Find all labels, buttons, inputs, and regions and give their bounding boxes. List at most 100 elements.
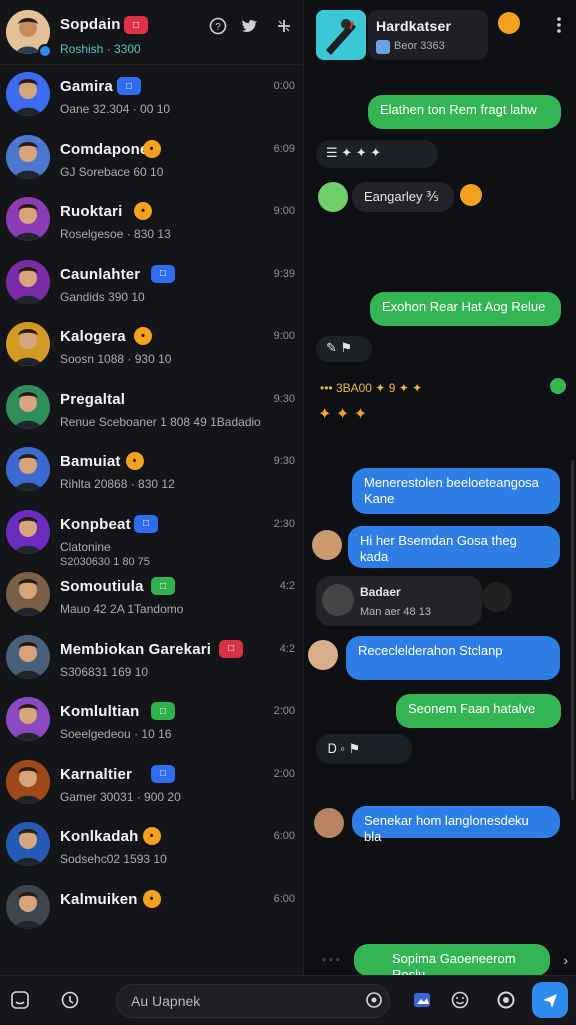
chat-preview: Soosn 1088 · 930 10 bbox=[60, 352, 172, 366]
send-button[interactable] bbox=[532, 982, 568, 1018]
gallery-icon[interactable] bbox=[408, 986, 436, 1014]
chat-avatar bbox=[6, 384, 50, 429]
chat-avatar bbox=[6, 447, 50, 491]
chat-name: Comdapone bbox=[60, 140, 149, 158]
chat-name: Bamuiat bbox=[60, 453, 121, 470]
message-bubble[interactable]: Hi her Bsemdan Gosa theg kada bbox=[348, 526, 560, 568]
message-bubble[interactable]: ✎ ⚑ bbox=[316, 336, 372, 362]
conversation-title: Hardkatser bbox=[376, 18, 452, 34]
chat-preview: Mauo 42 2A 1Tandomo bbox=[60, 602, 184, 616]
typing-icons: ◦ ◦ ◦ bbox=[322, 954, 340, 966]
sticker-icon[interactable] bbox=[6, 986, 34, 1014]
message-bubble[interactable]: Senekar hom langlonesdeku bla bbox=[352, 806, 560, 844]
chat-preview: Rihlta 20868 · 830 12 bbox=[60, 477, 175, 491]
chat-row[interactable]: Konpbeat □ Clatonine S2030630 1 80 75 2:30 bbox=[0, 502, 303, 568]
chat-row[interactable]: Somoutiula □ Mauo 42 2A 1Tandomo 4:2 bbox=[0, 564, 303, 626]
sender-avatar[interactable] bbox=[308, 640, 338, 670]
chat-name: Membiokan Garekari bbox=[60, 640, 212, 658]
chat-row[interactable]: Membiokan Garekari □ S306831 169 10 4:2 bbox=[0, 627, 303, 689]
scroll-indicator[interactable] bbox=[571, 460, 574, 800]
conversation-header: Hardkatser Beor 3363 bbox=[314, 8, 564, 64]
chat-row[interactable]: Pregaltal Renue Sceboaner 1 808 49 1Badad… bbox=[0, 377, 303, 439]
chat-preview: Gamer 30031 · 900 20 bbox=[60, 789, 181, 804]
sender-avatar[interactable] bbox=[318, 182, 348, 212]
chat-time: 4:2 bbox=[279, 642, 295, 655]
chat-row[interactable]: Gamira □ Oane 32.304 · 00 10 0:00 bbox=[0, 64, 303, 126]
more-vertical-icon[interactable] bbox=[556, 16, 562, 34]
chat-row[interactable]: Comdapone • GJ Sorebace 60 10 6:09 bbox=[0, 127, 303, 189]
chat-row[interactable]: Bamuiat • Rihlta 20868 · 830 12 9:30 bbox=[0, 439, 303, 501]
chat-time: 6:00 bbox=[273, 830, 295, 842]
message-card[interactable]: Badaer Man aer 48 13 bbox=[316, 576, 482, 626]
chevron-right-icon[interactable]: › bbox=[563, 952, 568, 968]
message-bubble[interactable]: Eangarley ⅗ bbox=[352, 182, 454, 212]
chat-avatar bbox=[6, 759, 50, 804]
conversation-title-box: Hardkatser Beor 3363 bbox=[368, 10, 488, 60]
chat-avatar bbox=[6, 134, 50, 179]
chat-avatar bbox=[6, 322, 50, 366]
chat-avatar bbox=[6, 259, 50, 304]
reaction-icon[interactable] bbox=[498, 12, 520, 34]
reaction-badge-icon: • bbox=[142, 889, 161, 908]
sender-avatar[interactable] bbox=[482, 582, 512, 612]
message-bubble[interactable]: Menerestolen beeloeteangosa Kane bbox=[352, 468, 560, 514]
compose-icon[interactable] bbox=[274, 16, 294, 36]
chat-row[interactable]: Komlultian □ Soeelgedeou · 10 16 2:00 bbox=[0, 689, 303, 751]
reaction-icon[interactable] bbox=[550, 378, 566, 394]
chat-time: 2:00 bbox=[273, 767, 295, 780]
chat-time: 9:30 bbox=[273, 392, 295, 405]
message-bubble[interactable]: Sopima Gaoeneerom Roslu bbox=[354, 944, 550, 975]
emoji-icon[interactable] bbox=[446, 986, 474, 1014]
conversation-panel: Hardkatser Beor 3363 Elathen ton Rem fra… bbox=[304, 0, 576, 975]
chat-preview: Gandids 390 10 bbox=[60, 289, 145, 304]
status-badge: □ bbox=[219, 639, 243, 658]
twitter-icon[interactable] bbox=[238, 16, 258, 36]
message-input[interactable]: Au Uapnek bbox=[116, 984, 390, 1018]
chat-row[interactable]: Kalmuiken • 6:00 bbox=[0, 877, 303, 939]
conversation-avatar[interactable] bbox=[316, 10, 366, 60]
reaction-badge-icon: • bbox=[134, 327, 152, 345]
reaction-icon[interactable] bbox=[460, 184, 482, 206]
chat-preview: Sodsehc02 1593 10 bbox=[60, 852, 167, 866]
chat-list-panel: Sopdain □ Roshish · 3300 ? Gamira □ Oane 3… bbox=[0, 0, 304, 975]
chat-row[interactable]: Konlkadah • Sodsehc02 1593 10 6:00 bbox=[0, 814, 303, 876]
voice-icon[interactable] bbox=[360, 986, 388, 1014]
chat-preview: Renue Sceboaner 1 808 49 1Badadio bbox=[60, 414, 261, 429]
chat-row[interactable]: Kalogera • Soosn 1088 · 930 10 9:00 bbox=[0, 314, 303, 376]
message-bubble[interactable]: Elathen ton Rem fragt lahw bbox=[368, 95, 561, 129]
attach-icon[interactable] bbox=[56, 986, 84, 1014]
chat-time: 0:00 bbox=[273, 80, 295, 92]
help-icon[interactable]: ? bbox=[208, 16, 228, 36]
message-bubble[interactable]: Receclelderahon Stclanp bbox=[346, 636, 560, 680]
send-icon bbox=[543, 994, 557, 1008]
chat-preview: GJ Sorebace 60 10 bbox=[60, 164, 164, 179]
chat-row[interactable]: Caunlahter □ Gandids 390 10 9:39 bbox=[0, 252, 303, 314]
message-bubble[interactable]: Ꭰ ◦ ⚑ bbox=[316, 734, 412, 764]
reaction-row: ✦ ✦ ✦ bbox=[318, 406, 368, 423]
message-bubble[interactable]: ☰ ✦ ✦ ✦ bbox=[316, 140, 438, 168]
chat-list-header: Sopdain □ Roshish · 3300 ? bbox=[0, 0, 303, 65]
card-subtitle: Man aer 48 13 bbox=[360, 606, 431, 618]
chat-time: 6:00 bbox=[273, 892, 295, 905]
system-line: ••• 3BA00 ✦ 9 ✦ ✦ bbox=[320, 381, 423, 395]
sender-avatar[interactable] bbox=[312, 530, 342, 560]
svg-text:?: ? bbox=[215, 22, 221, 33]
chat-name: Ruoktari bbox=[60, 203, 123, 220]
messenger-app: Sopdain □ Roshish · 3300 ? Gamira □ Oane 3… bbox=[0, 0, 576, 1025]
reaction-badge-icon: • bbox=[142, 139, 161, 158]
sender-avatar[interactable] bbox=[314, 808, 344, 838]
chat-time: 9:30 bbox=[273, 455, 295, 467]
account-name: Sopdain bbox=[60, 16, 121, 33]
chat-time: 9:00 bbox=[273, 330, 295, 342]
message-bubble[interactable]: Seonem Faan hatalve bbox=[396, 694, 561, 728]
record-icon[interactable] bbox=[492, 986, 520, 1014]
chat-time: 9:00 bbox=[273, 205, 295, 217]
chat-row[interactable]: Ruoktari • Roselgesoe · 830 13 9:00 bbox=[0, 189, 303, 251]
chat-name: Konpbeat bbox=[60, 515, 131, 533]
chat-name: Caunlahter bbox=[60, 265, 141, 283]
chat-row[interactable]: Karnaltier □ Gamer 30031 · 900 20 2:00 bbox=[0, 752, 303, 814]
chat-preview: Roselgesoe · 830 13 bbox=[60, 227, 171, 241]
chat-avatar bbox=[6, 509, 50, 554]
chat-preview: Oane 32.304 · 00 10 bbox=[60, 102, 171, 116]
message-bubble[interactable]: Exohon Rear Hat Aog Relue bbox=[370, 292, 561, 326]
